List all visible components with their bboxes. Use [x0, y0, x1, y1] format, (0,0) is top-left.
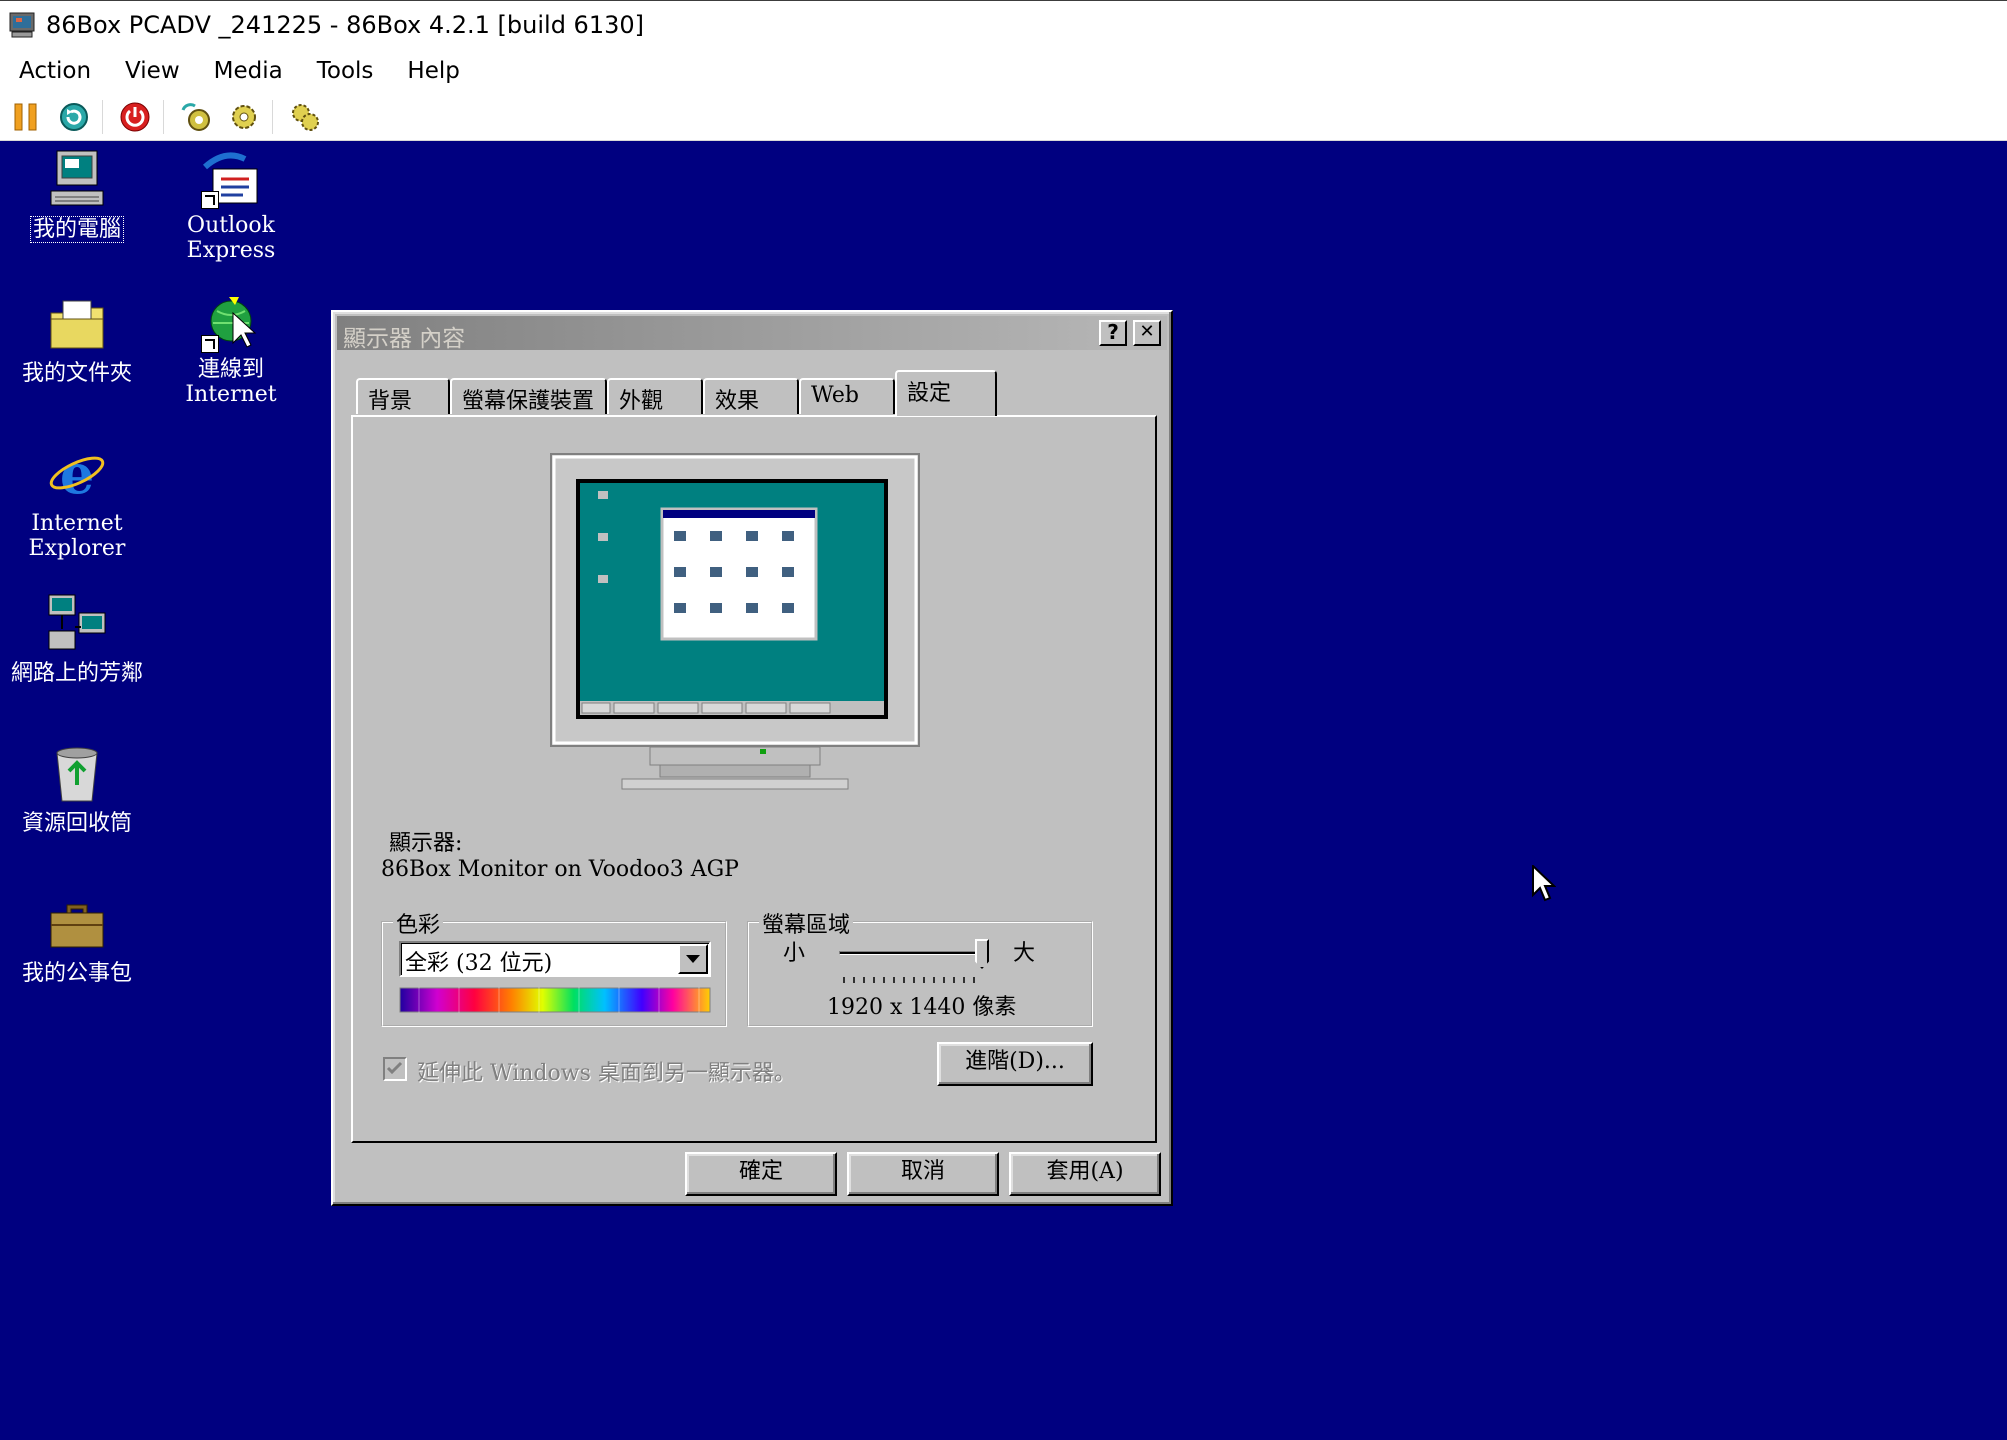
tab-appearance[interactable]: 外觀: [607, 378, 703, 414]
ctrl-alt-esc-button[interactable]: [222, 97, 266, 137]
reset-button[interactable]: [52, 97, 96, 137]
power-icon: [120, 102, 150, 132]
briefcase-icon: [50, 904, 104, 948]
extend-desktop-label: 延伸此 Windows 桌面到另一顯示器。: [417, 1061, 796, 1086]
extend-desktop-checkbox[interactable]: [383, 1057, 407, 1081]
desktop-icon-label: 網路上的芳鄰: [10, 661, 143, 686]
slider-max-label: 大: [1013, 941, 1036, 966]
dropdown-button[interactable]: [678, 944, 708, 974]
desktop-icon-label: 我的公事包: [21, 961, 132, 986]
toolbar-separator: [102, 100, 103, 134]
shortcut-arrow-icon: [201, 191, 219, 209]
desktop-icon-outlook-express[interactable]: Outlook Express: [156, 147, 306, 263]
svg-text:e: e: [60, 442, 94, 505]
desktop-icon-label: 連線到: [197, 357, 264, 382]
advanced-button[interactable]: 進階(D)...: [937, 1042, 1093, 1086]
desktop-icon-network[interactable]: 網路上的芳鄰: [2, 591, 152, 686]
settings-refresh-icon: [181, 103, 210, 131]
cancel-button[interactable]: 取消: [847, 1152, 999, 1196]
desktop-icon-label: 我的電腦: [29, 216, 125, 243]
screen-area-group: 螢幕區域 小 大 1920 x 1440 像素: [747, 907, 1093, 1027]
desktop-icon-my-documents[interactable]: 我的文件夾: [2, 291, 152, 386]
desktop-icon-briefcase[interactable]: 我的公事包: [2, 891, 152, 986]
toolbar-separator: [163, 100, 164, 134]
pause-button[interactable]: [4, 97, 48, 137]
mouse-cursor-icon: [1532, 865, 1556, 902]
display-adapter-value: 86Box Monitor on Voodoo3 AGP: [381, 857, 739, 882]
resolution-slider-thumb[interactable]: [975, 939, 989, 969]
settings-icon: [292, 104, 319, 131]
menu-action[interactable]: Action: [0, 58, 108, 84]
menu-view[interactable]: View: [108, 58, 197, 84]
desktop-icon-label: Internet: [185, 382, 277, 407]
guest-desktop: 我的電腦 Outlook Express 我的文件夾 連線到 Internet …: [0, 141, 2007, 1440]
help-button[interactable]: ?: [1099, 320, 1127, 346]
menu-tools[interactable]: Tools: [300, 58, 391, 84]
network-icon: [48, 594, 106, 650]
color-spectrum-bar: [399, 987, 711, 1013]
connect-internet-icon: [199, 291, 263, 355]
slider-ticks: [843, 977, 975, 983]
pause-icon: [14, 103, 37, 131]
resolution-value: 1920 x 1440 像素: [827, 995, 1017, 1020]
dialog-titlebar: 顯示器 內容 ? ✕: [337, 316, 1167, 352]
desktop-icon-my-computer[interactable]: 我的電腦: [2, 147, 152, 243]
window-title: 86Box PCADV _241225 - 86Box 4.2.1 [build…: [46, 10, 644, 39]
86box-app-icon: [9, 12, 35, 37]
reset-icon: [60, 103, 88, 131]
recycle-bin-icon: [56, 747, 98, 802]
toolbar-separator: [272, 100, 273, 134]
toolbar: [0, 94, 2007, 141]
computer-icon: [50, 150, 104, 206]
screen-area-legend: 螢幕區域: [759, 907, 854, 939]
shortcut-arrow-icon: [201, 335, 219, 353]
colors-group: 色彩 全彩 (32 位元): [381, 907, 727, 1027]
desktop-icon-label: 資源回收筒: [21, 811, 132, 836]
desktop-icon-label: 我的文件夾: [21, 361, 132, 386]
colors-legend: 色彩: [393, 907, 444, 939]
desktop-icon-label: Express: [186, 238, 276, 263]
tab-web[interactable]: Web: [799, 378, 895, 414]
menubar: Action View Media Tools Help: [0, 48, 2007, 94]
power-button[interactable]: [113, 97, 157, 137]
desktop-icon-label: Outlook: [187, 213, 275, 238]
close-button[interactable]: ✕: [1133, 320, 1161, 346]
window-titlebar: 86Box PCADV _241225 - 86Box 4.2.1 [build…: [0, 0, 2007, 48]
color-depth-select[interactable]: 全彩 (32 位元): [399, 941, 711, 977]
gear-icon: [232, 105, 256, 129]
settings-panel: 顯示器: 86Box Monitor on Voodoo3 AGP 色彩 全彩 …: [351, 415, 1157, 1143]
monitor-preview-icon: [550, 453, 920, 790]
checkmark-icon: [386, 1061, 403, 1075]
folder-icon: [50, 300, 104, 349]
tab-screen-saver[interactable]: 螢幕保護裝置: [450, 378, 607, 414]
tab-settings[interactable]: 設定: [895, 370, 997, 416]
tab-effects[interactable]: 效果: [703, 378, 799, 414]
ok-button[interactable]: 確定: [685, 1152, 837, 1196]
apply-button[interactable]: 套用(A): [1009, 1152, 1161, 1196]
desktop-icon-internet-explorer[interactable]: e Internet Explorer: [2, 441, 152, 561]
display-label: 顯示器:: [389, 831, 463, 856]
outlook-express-icon: [199, 147, 263, 211]
display-properties-dialog: 顯示器 內容 ? ✕ 背景 螢幕保護裝置 外觀 效果 Web 設定 顯示器: 8…: [331, 310, 1173, 1206]
internet-explorer-icon: e: [49, 442, 105, 506]
menu-media[interactable]: Media: [197, 58, 300, 84]
chevron-down-icon: [686, 955, 700, 963]
resolution-slider-track[interactable]: [839, 951, 985, 955]
desktop-icon-label: Explorer: [28, 536, 126, 561]
desktop-icon-recycle-bin[interactable]: 資源回收筒: [2, 741, 152, 836]
desktop-icon-connect-internet[interactable]: 連線到 Internet: [156, 291, 306, 407]
menu-help[interactable]: Help: [390, 58, 476, 84]
desktop-icon-label: Internet: [31, 511, 123, 536]
ctrl-alt-del-button[interactable]: [174, 97, 218, 137]
dialog-title: 顯示器 內容: [343, 326, 466, 352]
color-depth-value: 全彩 (32 位元): [405, 951, 553, 976]
dialog-tabs: 背景 螢幕保護裝置 外觀 效果 Web 設定: [354, 368, 1154, 416]
settings-button[interactable]: [283, 97, 327, 137]
slider-min-label: 小: [783, 941, 806, 966]
tab-background[interactable]: 背景: [356, 378, 450, 414]
